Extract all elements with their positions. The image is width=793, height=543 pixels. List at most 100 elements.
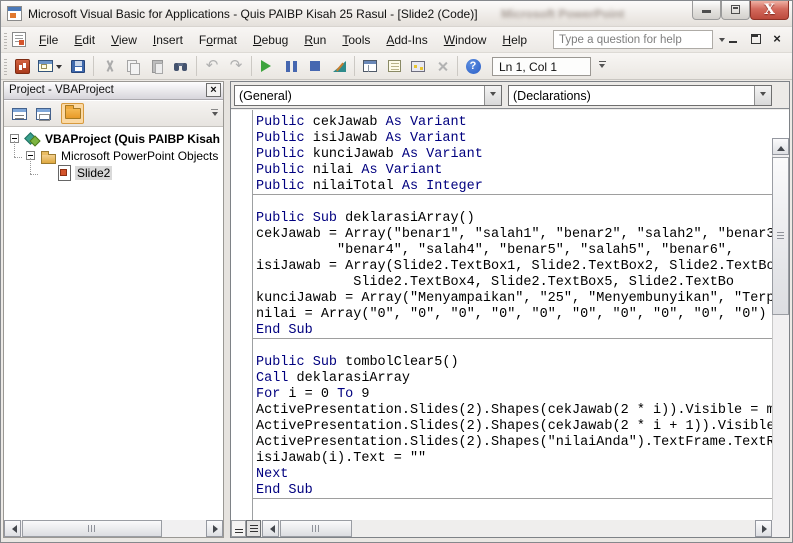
break-icon: [285, 60, 297, 72]
background-window-ghost-text: Microsoft PowerPoint: [501, 7, 625, 21]
code-line[interactable]: Public nilai As Variant: [256, 163, 772, 179]
tree-item-vbaproject-quis-paibp-kisah[interactable]: VBAProject (Quis PAIBP Kisah: [4, 130, 223, 147]
tree-item-label[interactable]: Slide2: [75, 166, 113, 180]
tree-item-label[interactable]: Microsoft PowerPoint Objects: [59, 149, 220, 163]
code-text[interactable]: Public cekJawab As Variant Public isiJawa…: [231, 110, 772, 522]
full-module-view-button[interactable]: [246, 520, 261, 537]
menu-view[interactable]: View: [103, 29, 145, 51]
toggle-folders-button[interactable]: [61, 103, 84, 124]
window-title: Microsoft Visual Basic for Applications …: [28, 7, 478, 21]
toolbar-separator: [251, 56, 252, 76]
code-window-system-icon[interactable]: [12, 32, 26, 47]
help-search-input[interactable]: Type a question for help: [553, 30, 713, 49]
menu-tools[interactable]: Tools: [334, 29, 378, 51]
project-panel-header[interactable]: Project - VBAProject ×: [4, 82, 223, 100]
menu-insert[interactable]: Insert: [145, 29, 191, 51]
properties-window-button[interactable]: [382, 55, 406, 77]
menu-debug[interactable]: Debug: [245, 29, 296, 51]
run-sub-button[interactable]: [255, 55, 279, 77]
find-button[interactable]: [169, 55, 193, 77]
child-close-button[interactable]: ×: [770, 32, 784, 46]
code-line[interactable]: [256, 499, 772, 515]
tree-item-microsoft-powerpoint-objects[interactable]: Microsoft PowerPoint Objects: [4, 147, 223, 164]
scrollbar-corner: [772, 520, 789, 537]
code-line[interactable]: ActivePresentation.Slides(2).Shapes("nil…: [256, 435, 772, 451]
save-button[interactable]: [66, 55, 90, 77]
code-editor-area[interactable]: Public cekJawab As Variant Public isiJawa…: [231, 110, 789, 522]
menu-addins[interactable]: Add-Ins: [378, 29, 435, 51]
child-restore-button[interactable]: [748, 32, 762, 46]
tree-connector-line: [30, 158, 31, 174]
code-line[interactable]: Public nilaiTotal As Integer: [252, 179, 772, 195]
code-line[interactable]: End Sub: [252, 483, 772, 499]
code-line[interactable]: Call deklarasiArray: [256, 371, 772, 387]
view-code-icon: [12, 107, 27, 120]
minimize-button[interactable]: [692, 1, 721, 20]
insert-userform-button[interactable]: [34, 55, 66, 77]
menu-help[interactable]: Help: [494, 29, 535, 51]
undo-icon: [206, 57, 219, 75]
scroll-up-button[interactable]: [772, 138, 789, 155]
scrollbar-thumb[interactable]: [22, 520, 162, 537]
menubar-drag-handle[interactable]: [4, 30, 7, 49]
menu-file[interactable]: File: [31, 29, 66, 51]
scrollbar-thumb[interactable]: [772, 157, 789, 315]
reset-button[interactable]: [303, 55, 327, 77]
scrollbar-thumb[interactable]: [280, 520, 352, 537]
run-sub-icon: [261, 60, 277, 72]
code-line[interactable]: isiJawab(i).Text = "": [256, 451, 772, 467]
code-line[interactable]: cekJawab = Array("benar1", "salah1", "be…: [256, 227, 772, 243]
chevron-down-icon[interactable]: [56, 64, 62, 72]
toolbar-drag-handle[interactable]: [4, 57, 7, 75]
code-line[interactable]: [256, 195, 772, 211]
code-line[interactable]: ActivePresentation.Slides(2).Shapes(cekJ…: [256, 403, 772, 419]
tree-item-slide2[interactable]: Slide2: [4, 164, 223, 181]
project-panel-close-button[interactable]: ×: [206, 83, 221, 97]
code-line[interactable]: kunciJawab = Array("Menyampaikan", "25",…: [256, 291, 772, 307]
procedure-view-button[interactable]: [231, 520, 246, 537]
scroll-left-button[interactable]: [262, 520, 279, 537]
code-line[interactable]: Slide2.TextBox4, Slide2.TextBox5, Slide2…: [256, 275, 772, 291]
code-line[interactable]: [256, 339, 772, 355]
object-dropdown-button[interactable]: [484, 86, 501, 105]
object-dropdown[interactable]: (General): [234, 85, 502, 106]
code-line[interactable]: "benar4", "salah4", "benar5", "salah5", …: [256, 243, 772, 259]
scroll-right-button[interactable]: [755, 520, 772, 537]
toolbar-options-button[interactable]: [596, 61, 608, 71]
menu-edit[interactable]: Edit: [66, 29, 103, 51]
code-line[interactable]: Public Sub tombolClear5(): [256, 355, 772, 371]
view-powerpoint-button[interactable]: [10, 55, 34, 77]
menu-run[interactable]: Run: [296, 29, 334, 51]
close-button[interactable]: X: [750, 1, 789, 20]
procedure-dropdown[interactable]: (Declarations): [508, 85, 772, 106]
scroll-left-button[interactable]: [4, 520, 21, 537]
view-code-button[interactable]: [8, 103, 31, 124]
child-minimize-button[interactable]: [726, 32, 740, 46]
redo-button: [224, 55, 248, 77]
scroll-right-button[interactable]: [206, 520, 223, 537]
help-button[interactable]: [461, 55, 485, 77]
code-line[interactable]: isiJawab = Array(Slide2.TextBox1, Slide2…: [256, 259, 772, 275]
project-explorer-button[interactable]: [358, 55, 382, 77]
code-line[interactable]: Public kunciJawab As Variant: [256, 147, 772, 163]
view-object-button[interactable]: [32, 103, 55, 124]
code-line[interactable]: Public cekJawab As Variant: [256, 115, 772, 131]
code-line[interactable]: Public isiJawab As Variant: [256, 131, 772, 147]
code-line[interactable]: For i = 0 To 9: [256, 387, 772, 403]
menu-window[interactable]: Window: [436, 29, 495, 51]
break-button[interactable]: [279, 55, 303, 77]
tree-item-label[interactable]: VBAProject (Quis PAIBP Kisah: [43, 132, 222, 146]
project-horizontal-scrollbar[interactable]: [4, 520, 223, 537]
restore-button[interactable]: [721, 1, 750, 20]
panel-toolbar-options[interactable]: [210, 109, 219, 119]
procedure-dropdown-button[interactable]: [754, 86, 771, 105]
design-mode-button[interactable]: [327, 55, 351, 77]
object-browser-button[interactable]: [406, 55, 430, 77]
menu-format[interactable]: Format: [191, 29, 245, 51]
code-vertical-scrollbar[interactable]: [772, 138, 789, 522]
code-line[interactable]: Next: [256, 467, 772, 483]
code-line[interactable]: End Sub: [252, 323, 772, 339]
code-line[interactable]: ActivePresentation.Slides(2).Shapes(cekJ…: [256, 419, 772, 435]
code-line[interactable]: nilai = Array("0", "0", "0", "0", "0", "…: [256, 307, 772, 323]
code-line[interactable]: Public Sub deklarasiArray(): [256, 211, 772, 227]
